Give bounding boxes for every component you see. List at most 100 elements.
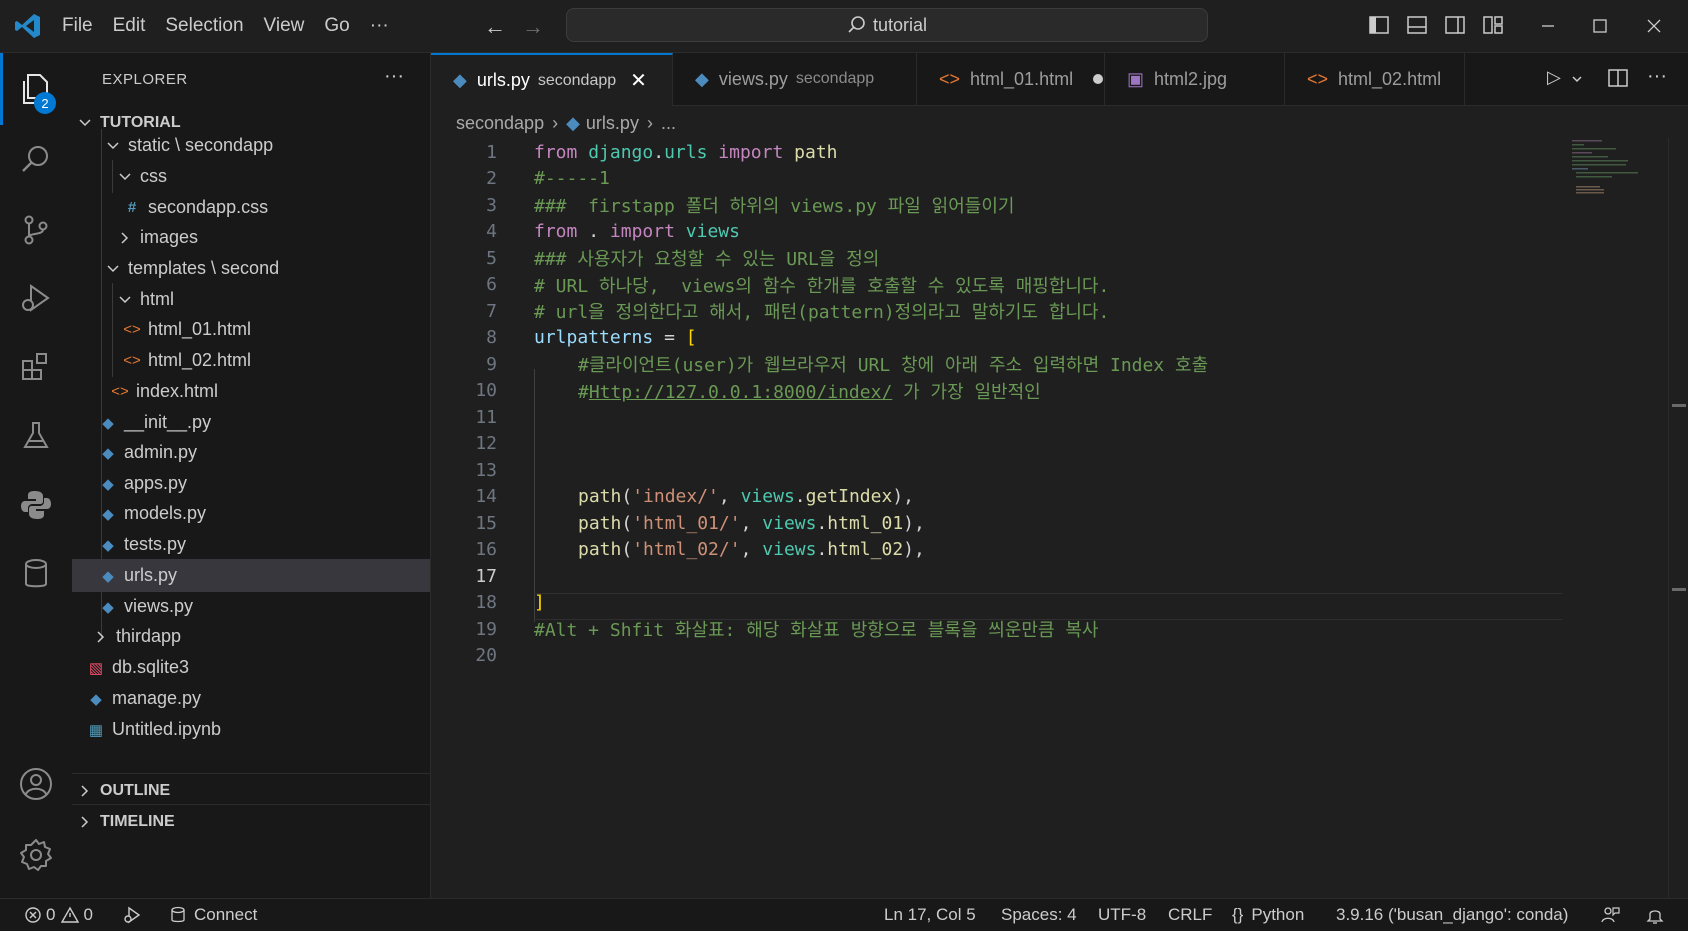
tree-file-admin-py[interactable]: ◆ admin.py <box>72 436 430 469</box>
tab-description: secondapp <box>795 70 875 87</box>
tab-html-01[interactable]: <> html_01.html <box>917 53 1105 105</box>
tree-folder-thirdapp[interactable]: thirdapp <box>72 620 430 653</box>
menu-go[interactable]: Go <box>314 15 359 37</box>
maximize-icon[interactable] <box>1590 16 1610 36</box>
chevron-down-icon <box>79 118 91 126</box>
timeline-section[interactable]: TIMELINE <box>72 804 430 838</box>
python-file-icon: ◆ <box>102 598 114 616</box>
tree-file-index-html[interactable]: <> index.html <box>72 375 430 408</box>
cursor-position[interactable]: Ln 17, Col 5 <box>884 899 976 931</box>
debug-status-icon[interactable] <box>122 899 142 931</box>
close-window-icon[interactable] <box>1644 16 1664 36</box>
tree-file-models-py[interactable]: ◆ models.py <box>72 497 430 530</box>
end-of-line[interactable]: CRLF <box>1168 899 1212 931</box>
python-icon[interactable] <box>14 483 58 527</box>
line-number: 11 <box>475 406 497 428</box>
line-number: 12 <box>475 433 497 455</box>
tab-html2-jpg[interactable]: ▣ html2.jpg <box>1105 53 1285 105</box>
tab-html-02[interactable]: <> html_02.html <box>1285 53 1465 105</box>
language-mode[interactable]: {} Python <box>1232 899 1304 931</box>
chevron-down-icon[interactable] <box>1571 73 1583 85</box>
code-line: 3 ### firstapp 폴더 하위의 views.py 파일 읽어들이기 <box>431 191 1561 220</box>
toggle-primary-sidebar-icon[interactable] <box>1368 14 1390 36</box>
code-text: ### 사용자가 요청할 수 있는 URL을 정의 <box>534 249 880 271</box>
unsaved-dot-icon[interactable] <box>1093 74 1104 84</box>
split-editor-icon[interactable] <box>1607 67 1629 89</box>
source-control-icon[interactable] <box>14 208 58 252</box>
close-icon[interactable]: ✕ <box>630 68 647 93</box>
minimap-preview <box>1572 140 1638 194</box>
toggle-secondary-sidebar-icon[interactable] <box>1444 14 1466 36</box>
indentation[interactable]: Spaces: 4 <box>1001 899 1077 931</box>
tree-file-urls-py[interactable]: ◆ urls.py <box>72 559 430 592</box>
breadcrumb-file[interactable]: urls.py <box>586 113 639 134</box>
code-line: 13 <box>431 456 1561 485</box>
feedback-icon[interactable] <box>1600 899 1620 931</box>
code-line: 1 from django.urls import path <box>431 138 1561 167</box>
problems-indicator[interactable]: 0 0 <box>24 899 93 931</box>
more-actions-icon[interactable]: ··· <box>1647 65 1667 88</box>
run-python-file-icon[interactable]: ▷ <box>1547 67 1561 88</box>
tree-file-html-02[interactable]: <> html_02.html <box>72 344 430 377</box>
menu-view[interactable]: View <box>254 15 315 37</box>
tree-file-notebook[interactable]: ▦ Untitled.ipynb <box>72 713 430 746</box>
tree-file-apps-py[interactable]: ◆ apps.py <box>72 467 430 500</box>
outline-section[interactable]: OUTLINE <box>72 773 430 807</box>
line-number: 2 <box>486 168 497 190</box>
extensions-icon[interactable] <box>14 344 58 388</box>
connect-button[interactable]: Connect <box>170 899 257 931</box>
tree-label: thirdapp <box>116 626 182 646</box>
code-text: from . import views <box>534 221 740 243</box>
menu-more[interactable]: ··· <box>360 15 399 37</box>
line-number: 9 <box>486 353 497 375</box>
tree-file-views-py[interactable]: ◆ views.py <box>72 590 430 623</box>
code-text: #Http://127.0.0.1:8000/index/ 가 가장 일반적인 <box>578 381 1041 403</box>
explorer-more-button[interactable]: ··· <box>384 65 404 88</box>
tab-views-py[interactable]: ◆ views.py secondapp <box>673 53 917 105</box>
command-center-search[interactable]: tutorial <box>566 8 1208 42</box>
run-debug-icon[interactable] <box>14 276 58 320</box>
line-number: 13 <box>475 459 497 481</box>
code-editor[interactable]: 1 from django.urls import path 2 #-----1 3… <box>431 138 1688 898</box>
minimize-icon[interactable] <box>1538 16 1558 36</box>
menu-selection[interactable]: Selection <box>155 15 253 37</box>
code-text: urlpatterns = [ <box>534 327 697 349</box>
tree-folder-templates[interactable]: templates \ second <box>72 252 430 285</box>
encoding[interactable]: UTF-8 <box>1098 899 1146 931</box>
tree-folder-html[interactable]: html <box>72 283 430 316</box>
html-file-icon: <> <box>1307 68 1329 89</box>
tree-file-css[interactable]: # secondapp.css <box>72 191 430 224</box>
account-icon[interactable] <box>14 762 58 806</box>
settings-gear-icon[interactable] <box>14 833 58 877</box>
tab-urls-py[interactable]: ◆ urls.py secondapp ✕ <box>431 53 673 106</box>
menu-file[interactable]: File <box>52 15 103 37</box>
python-file-icon: ◆ <box>102 475 114 493</box>
tree-folder-css[interactable]: css <box>72 160 430 193</box>
testing-icon[interactable] <box>14 414 58 458</box>
database-icon[interactable] <box>14 552 58 596</box>
python-interpreter[interactable]: 3.9.16 ('busan_django': conda) <box>1336 899 1568 931</box>
tree-label: html_01.html <box>148 319 252 339</box>
tree-file-db[interactable]: ▧ db.sqlite3 <box>72 651 430 684</box>
search-icon[interactable] <box>14 137 58 181</box>
back-arrow-icon[interactable]: ← <box>484 14 506 40</box>
editor-tabs: ◆ urls.py secondapp ✕ ◆ views.py seconda… <box>431 53 1688 106</box>
tree-file-manage-py[interactable]: ◆ manage.py <box>72 682 430 715</box>
customize-layout-icon[interactable] <box>1482 14 1504 36</box>
notifications-bell-icon[interactable] <box>1645 899 1665 931</box>
explorer-title: EXPLORER <box>102 71 188 88</box>
menu-edit[interactable]: Edit <box>103 15 156 37</box>
vertical-scrollbar[interactable] <box>1668 138 1688 898</box>
tree-folder-static[interactable]: static \ secondapp <box>72 129 430 162</box>
toggle-panel-icon[interactable] <box>1406 14 1428 36</box>
tree-file-html-01[interactable]: <> html_01.html <box>72 313 430 346</box>
tree-file-tests-py[interactable]: ◆ tests.py <box>72 528 430 561</box>
tree-file-init-py[interactable]: ◆ __init__.py <box>72 406 430 439</box>
minimap[interactable] <box>1568 138 1668 898</box>
tree-folder-images[interactable]: images <box>72 221 430 254</box>
url-link[interactable]: Http://127.0.0.1:8000/index/ <box>589 382 892 403</box>
forward-arrow-icon[interactable]: → <box>522 14 544 40</box>
breadcrumb-symbol[interactable]: ... <box>661 113 676 134</box>
breadcrumb-folder[interactable]: secondapp <box>456 113 544 134</box>
menu-bar: File Edit Selection View Go ··· <box>52 0 399 52</box>
